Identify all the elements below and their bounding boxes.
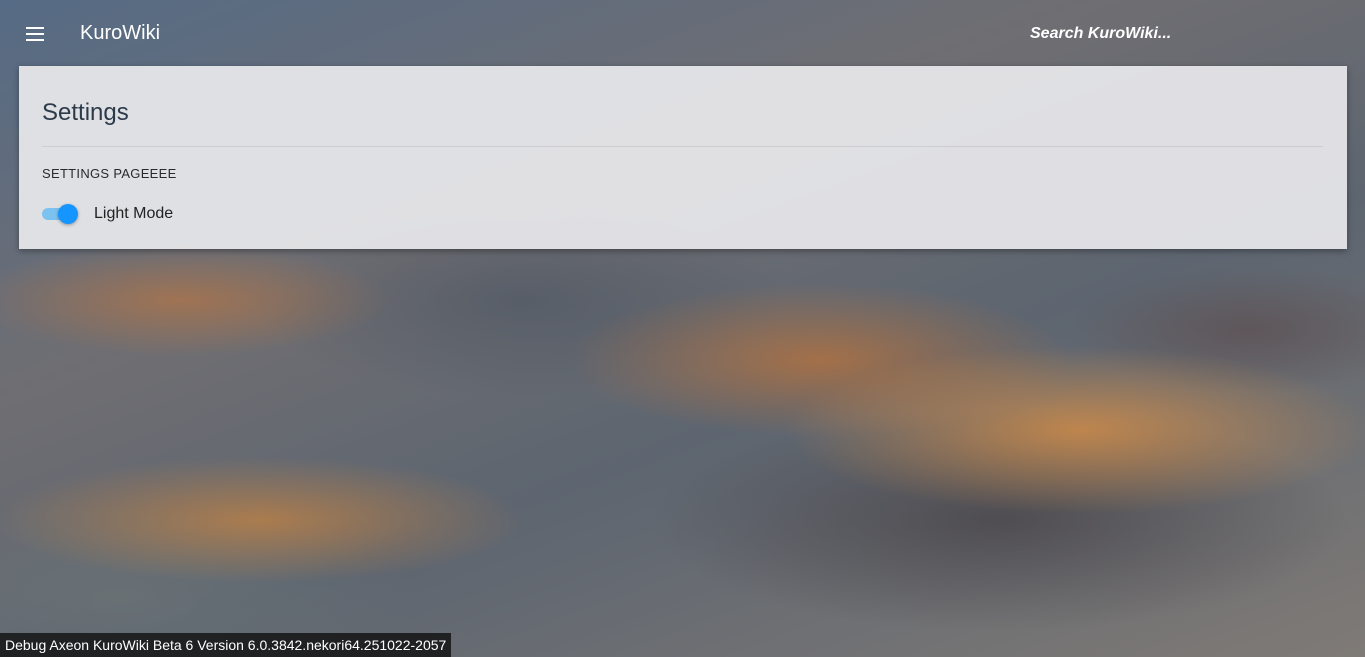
light-mode-label: Light Mode [94,205,174,222]
background-photo: KuroWiki Settings SETTINGS PAGEEEE Light… [0,0,1365,657]
section-label: SETTINGS PAGEEEE [42,166,177,181]
hamburger-menu-icon[interactable] [24,26,46,42]
light-mode-toggle[interactable] [42,203,78,225]
debug-version-bar: Debug Axeon KuroWiki Beta 6 Version 6.0.… [0,633,452,657]
top-app-bar: KuroWiki [0,0,1365,66]
app-title: KuroWiki [80,22,161,44]
divider [42,146,1323,147]
toggle-thumb [58,204,78,224]
settings-card: Settings SETTINGS PAGEEEE Light Mode [19,66,1347,249]
search-input[interactable] [1020,20,1280,48]
page-title: Settings [42,99,129,126]
